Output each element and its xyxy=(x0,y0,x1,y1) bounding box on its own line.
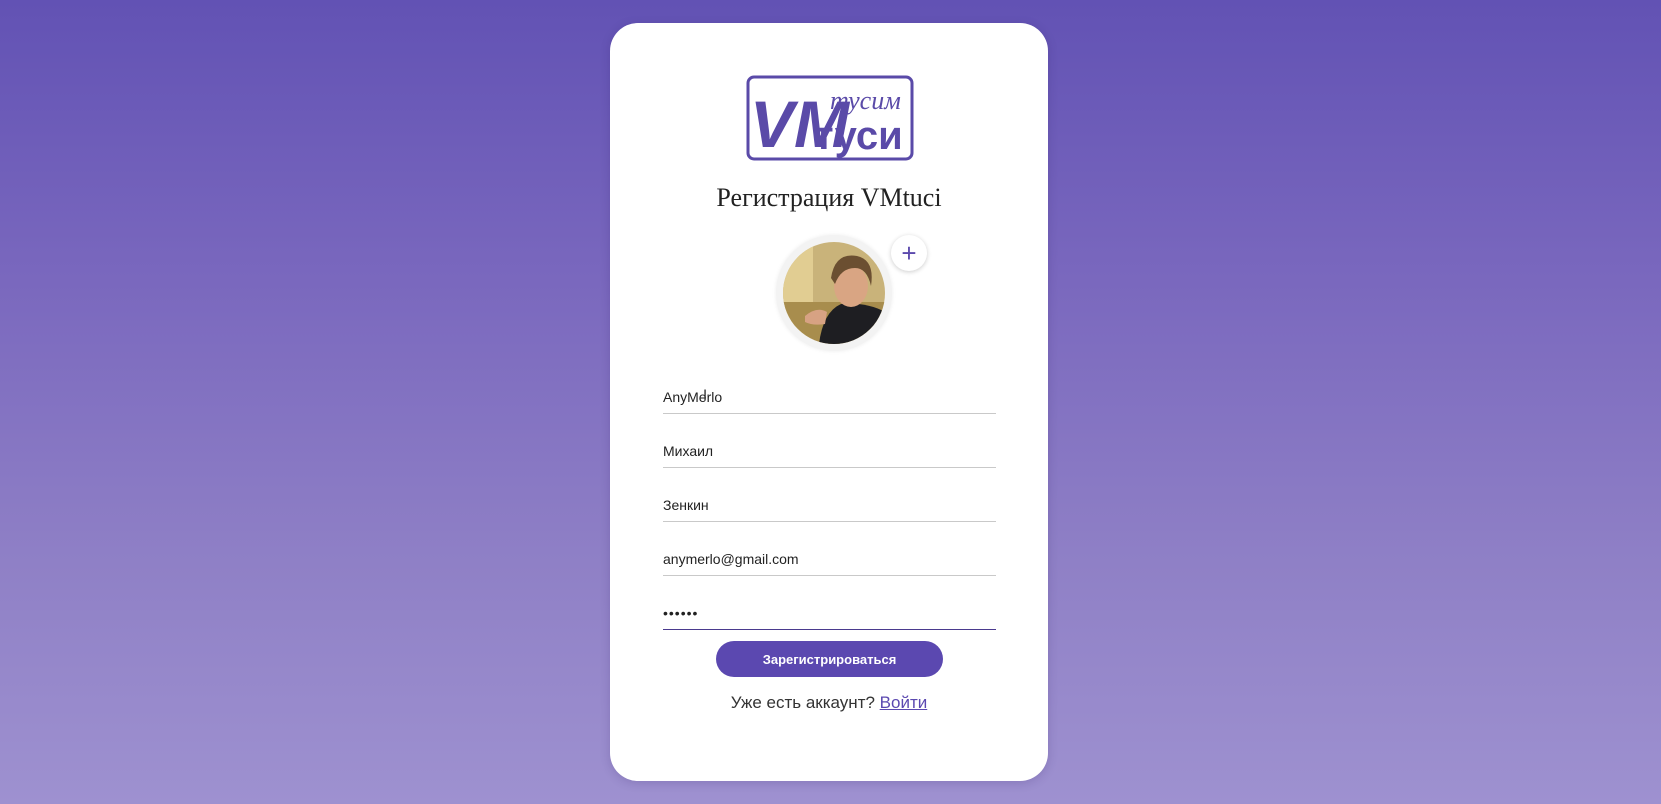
svg-text:туси: туси xyxy=(814,114,903,158)
add-photo-button[interactable]: + xyxy=(891,235,927,271)
svg-text:тусим: тусим xyxy=(830,86,901,115)
page-title: Регистрация VMtuci xyxy=(716,183,942,212)
last-name-input[interactable] xyxy=(663,489,996,522)
first-name-input[interactable] xyxy=(663,435,996,468)
plus-icon: + xyxy=(901,238,917,268)
avatar-frame xyxy=(776,235,892,351)
text-cursor-icon: Ι xyxy=(703,388,708,404)
login-link[interactable]: Войти xyxy=(880,693,928,712)
register-button[interactable]: Зарегистрироваться xyxy=(716,641,943,677)
username-input[interactable] xyxy=(663,381,996,414)
email-input[interactable] xyxy=(663,543,996,576)
registration-card: VM тусим туси Регистрация VMtuci + Ι Зар… xyxy=(610,23,1048,781)
login-prompt-row: Уже есть аккаунт? Войти xyxy=(610,693,1048,713)
password-input[interactable] xyxy=(663,597,996,630)
vmtuci-logo: VM тусим туси xyxy=(746,75,914,161)
avatar xyxy=(783,242,885,344)
login-prompt-text: Уже есть аккаунт? xyxy=(730,693,875,712)
